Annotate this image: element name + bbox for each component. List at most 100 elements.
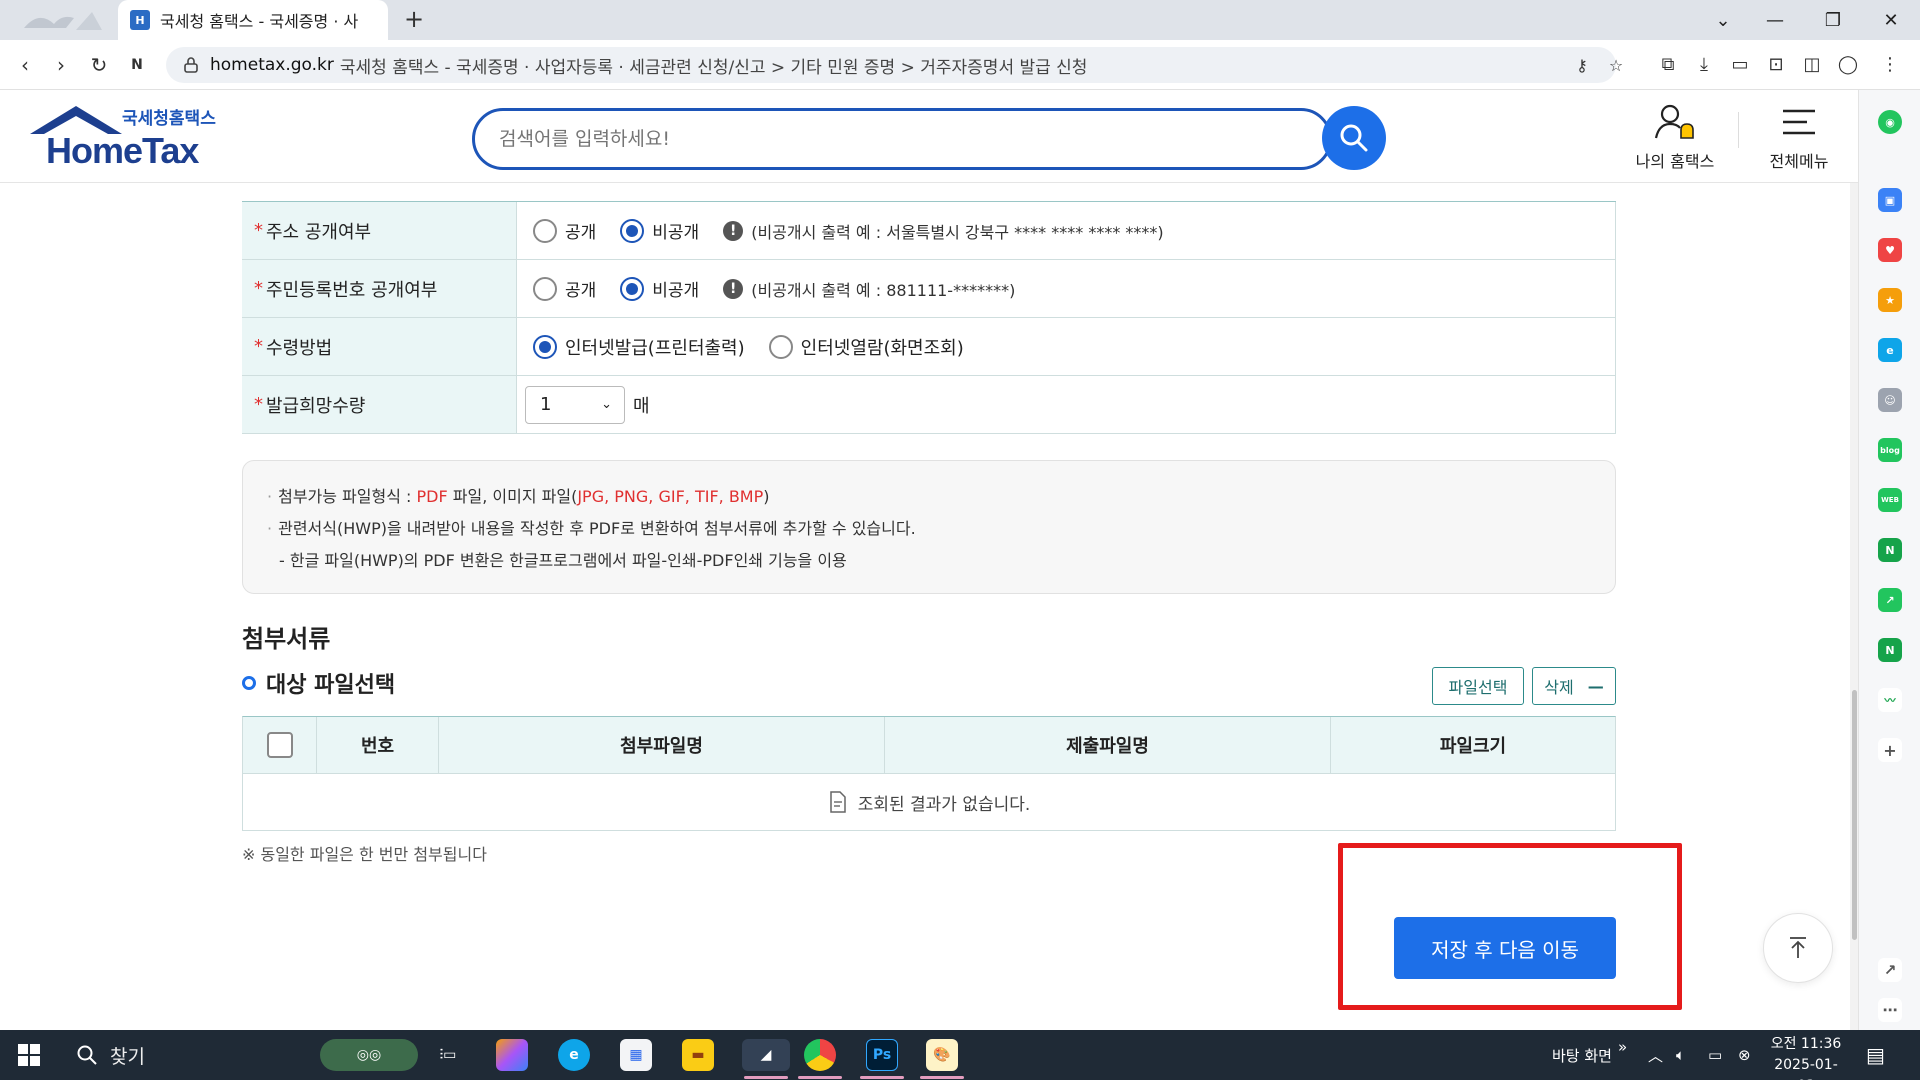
chart-icon[interactable]: 〰: [1878, 688, 1902, 712]
split-screen-icon[interactable]: ◫: [1800, 53, 1824, 77]
chrome-app-icon[interactable]: [804, 1039, 836, 1071]
notion-extension-icon[interactable]: N: [122, 50, 152, 80]
task-view-icon[interactable]: ⫶▭: [432, 1039, 464, 1071]
edge-icon[interactable]: e: [1878, 338, 1902, 362]
button-label: 삭제: [1544, 678, 1574, 697]
address-note: (비공개시 출력 예 : 서울특별시 강북구 **** **** **** **…: [751, 222, 1164, 242]
reload-button[interactable]: ↻: [84, 50, 114, 80]
address-bar[interactable]: hometax.go.kr 국세청 홈택스 - 국세증명 · 사업자등록 · 세…: [166, 47, 1616, 83]
scrollbar-thumb[interactable]: [1852, 690, 1857, 940]
internet-view-radio[interactable]: 인터넷열람(화면조회): [768, 334, 964, 360]
photoshop-app-icon[interactable]: Ps: [866, 1039, 898, 1071]
main-content: * 주소 공개여부 공개 비공개 ! (비공개시 출력 예 : 서울특별시 강북구…: [0, 183, 1858, 1030]
copilot-icon[interactable]: ◉: [1878, 110, 1902, 134]
pocket-icon[interactable]: ♥: [1878, 238, 1902, 262]
stock-icon[interactable]: ↗: [1878, 588, 1902, 612]
desktop-toolbar-label[interactable]: 바탕 화면 »: [1552, 1030, 1627, 1080]
briefcase-icon[interactable]: ▣: [1878, 188, 1902, 212]
save-and-next-button[interactable]: 저장 후 다음 이동: [1394, 917, 1616, 979]
restore-button[interactable]: ❐: [1808, 0, 1858, 40]
tray-overflow-icon[interactable]: ︿: [1648, 1030, 1663, 1080]
sidebar-more-icon[interactable]: ⋯: [1878, 998, 1902, 1022]
select-file-button[interactable]: 파일선택: [1432, 667, 1524, 705]
logo-subtitle: 국세청홈택스: [122, 109, 216, 129]
info-icon: !: [723, 220, 744, 241]
rrn-private-radio[interactable]: 비공개: [620, 276, 699, 301]
search-input[interactable]: [499, 125, 1199, 153]
browser-tab-active[interactable]: H 국세청 홈택스 - 국세증명 · 사: [118, 0, 388, 40]
download-icon[interactable]: ⤓: [1692, 53, 1716, 77]
minimize-button[interactable]: —: [1750, 0, 1800, 40]
close-window-button[interactable]: ✕: [1866, 0, 1916, 40]
new-tab-button[interactable]: +: [400, 6, 428, 34]
whale-browser-icon[interactable]: ◢: [742, 1039, 790, 1071]
naver-shopping-icon[interactable]: N: [1878, 638, 1902, 662]
hamburger-menu-icon: [1783, 109, 1815, 135]
quantity-select[interactable]: 1 ⌄: [525, 385, 625, 424]
forward-button[interactable]: ›: [46, 50, 76, 80]
external-link-icon[interactable]: ↗: [1878, 958, 1902, 982]
row-label-text: 발급희망수량: [266, 395, 366, 417]
more-menu-icon[interactable]: ⋮: [1878, 53, 1902, 77]
address-public-radio[interactable]: 공개: [533, 218, 596, 243]
rrn-public-radio[interactable]: 공개: [533, 276, 596, 301]
favorites-star-icon[interactable]: ★: [1878, 288, 1902, 312]
taskbar-clock[interactable]: 오전 11:36 2025-01-03: [1766, 1034, 1846, 1080]
profile-icon[interactable]: ◯: [1836, 53, 1860, 77]
select-all-checkbox[interactable]: [266, 732, 293, 758]
radio-circle[interactable]: [533, 276, 557, 301]
blog-icon[interactable]: blog: [1878, 438, 1902, 462]
tab-search-icon[interactable]: ⌄: [1698, 0, 1748, 40]
windows-start-icon[interactable]: [18, 1044, 40, 1066]
arrow-up-icon: [1790, 937, 1806, 958]
battery-icon[interactable]: ▭: [1708, 1030, 1722, 1080]
my-hometax-link[interactable]: 나의 홈택스: [1620, 100, 1730, 172]
browser-sidebar: ◉ ▣ ♥ ★ e ☺ blog WEB N ↗ N 〰 + ↗ ⋯: [1858, 90, 1920, 1030]
radio-label: 비공개: [652, 281, 700, 301]
row-label: * 수령방법: [242, 318, 517, 375]
all-menu-link[interactable]: 전체메뉴: [1744, 100, 1854, 172]
naver-icon[interactable]: N: [1878, 538, 1902, 562]
hometax-logo[interactable]: 국세청홈택스 HomeTax: [28, 104, 218, 174]
character-icon[interactable]: ☺: [1878, 388, 1902, 412]
volume-icon[interactable]: 🔈︎: [1676, 1030, 1685, 1080]
delete-file-button[interactable]: 삭제 —: [1532, 667, 1616, 705]
edge-app-icon[interactable]: e: [558, 1039, 590, 1071]
table-header-row: 번호 첨부파일명 제출파일명 파일크기: [243, 717, 1615, 774]
paint-app-icon[interactable]: 🎨: [926, 1039, 958, 1071]
internet-issue-radio[interactable]: 인터넷발급(프린터출력): [533, 334, 745, 360]
copilot-app-icon[interactable]: [496, 1039, 528, 1071]
screenshot-icon[interactable]: ⊡: [1764, 53, 1788, 77]
bookmark-star-icon[interactable]: ☆: [1606, 56, 1626, 76]
video-icon[interactable]: ▭: [1728, 53, 1752, 77]
store-app-icon[interactable]: ▦: [620, 1039, 652, 1071]
file-explorer-icon[interactable]: ▬: [682, 1039, 714, 1071]
radio-circle-selected[interactable]: [533, 334, 557, 359]
webtoon-icon[interactable]: WEB: [1878, 488, 1902, 512]
extensions-icon[interactable]: ⧉: [1656, 53, 1680, 77]
network-off-icon[interactable]: ⊗: [1738, 1030, 1751, 1080]
add-sidebar-icon[interactable]: +: [1878, 738, 1902, 762]
radio-circle-selected[interactable]: [620, 218, 645, 243]
radio-circle-selected[interactable]: [620, 276, 645, 301]
quantity-row: * 발급희망수량 1 ⌄ 매: [242, 376, 1616, 434]
hometax-favicon-icon: H: [130, 10, 150, 30]
scroll-to-top-button[interactable]: [1763, 913, 1833, 983]
password-key-icon[interactable]: ⚷: [1572, 56, 1592, 76]
radio-circle[interactable]: [768, 334, 793, 359]
guide-text: ): [763, 487, 770, 506]
search-button[interactable]: [1322, 106, 1386, 170]
notification-icon[interactable]: ▤: [1866, 1030, 1885, 1080]
site-info-icon[interactable]: [182, 56, 200, 74]
row-label-text: 주소 공개여부: [266, 221, 372, 243]
search-icon: [77, 1045, 97, 1065]
back-button[interactable]: ‹: [10, 50, 40, 80]
radio-circle[interactable]: [533, 218, 557, 243]
chevron-down-icon: ⌄: [601, 397, 612, 412]
column-header: 번호: [317, 717, 439, 773]
required-mark: *: [254, 336, 263, 357]
column-header: 제출파일명: [885, 717, 1331, 773]
my-hometax-label: 나의 홈택스: [1635, 152, 1715, 171]
address-private-radio[interactable]: 비공개: [620, 218, 699, 243]
search-label: 찾기: [110, 1045, 145, 1068]
